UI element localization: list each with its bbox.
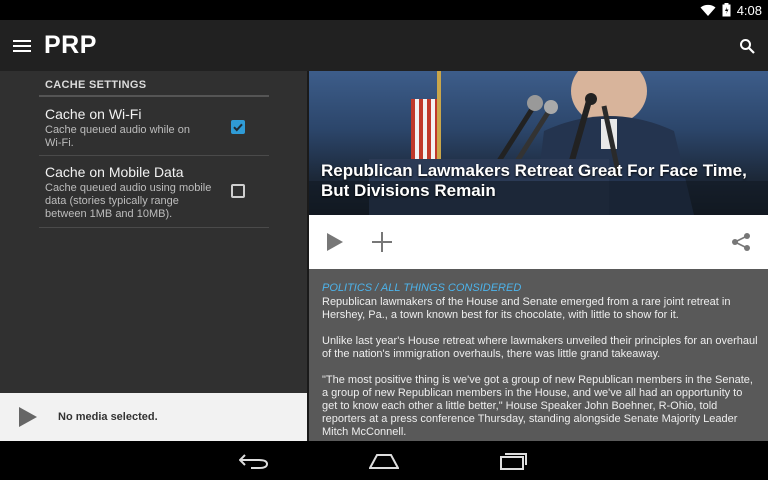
mobile-data-checkbox[interactable] [231, 184, 245, 198]
article-actions [309, 215, 768, 269]
pref-summary: Cache queued audio while on Wi-Fi. [45, 124, 190, 149]
pref-cache-mobile[interactable]: Cache on Mobile Data Cache queued audio … [39, 156, 269, 228]
add-icon[interactable] [370, 230, 394, 254]
pref-title: Cache on Mobile Data [45, 164, 184, 180]
wifi-checkbox[interactable] [231, 120, 245, 134]
search-icon[interactable] [736, 35, 758, 57]
home-icon[interactable] [368, 451, 400, 471]
pref-title: Cache on Wi-Fi [45, 106, 142, 122]
recents-icon[interactable] [498, 451, 530, 471]
section-divider [39, 95, 269, 97]
wifi-icon [700, 4, 716, 17]
pref-cache-wifi[interactable]: Cache on Wi-Fi Cache queued audio while … [39, 98, 269, 154]
section-header: CACHE SETTINGS [45, 79, 147, 91]
play-icon[interactable] [323, 230, 347, 254]
pref-summary: Cache queued audio using mobile data (st… [45, 182, 212, 220]
article-paragraph: "The most positive thing is we've got a … [322, 374, 753, 438]
battery-icon [722, 3, 731, 17]
player-status: No media selected. [58, 411, 158, 423]
article-title: Republican Lawmakers Retreat Great For F… [321, 161, 747, 200]
article-paragraph: Republican lawmakers of the House and Se… [322, 296, 731, 321]
settings-panel: CACHE SETTINGS Cache on Wi-Fi Cache queu… [0, 71, 307, 393]
article-category[interactable]: POLITICS / ALL THINGS CONSIDERED [322, 282, 758, 295]
player-bar: No media selected. [0, 393, 307, 441]
pref-divider [39, 227, 269, 228]
status-time: 4:08 [736, 2, 762, 18]
article-pane: Republican Lawmakers Retreat Great For F… [309, 71, 768, 441]
article-body: POLITICS / ALL THINGS CONSIDERED Republi… [322, 282, 758, 441]
article-hero-image[interactable]: Republican Lawmakers Retreat Great For F… [309, 71, 768, 215]
share-icon[interactable] [729, 230, 753, 254]
navigation-bar [0, 441, 768, 480]
back-icon[interactable] [238, 451, 270, 471]
app-bar: PRP [0, 20, 768, 71]
status-bar: 4:08 [0, 0, 768, 20]
app-title: PRP [44, 31, 97, 59]
app-screen: 4:08 PRP CACHE SETTINGS Cache on Wi-Fi C… [0, 0, 768, 480]
play-icon[interactable] [0, 393, 56, 441]
article-paragraph: Unlike last year's House retreat where l… [322, 335, 758, 360]
menu-icon[interactable] [0, 20, 44, 71]
